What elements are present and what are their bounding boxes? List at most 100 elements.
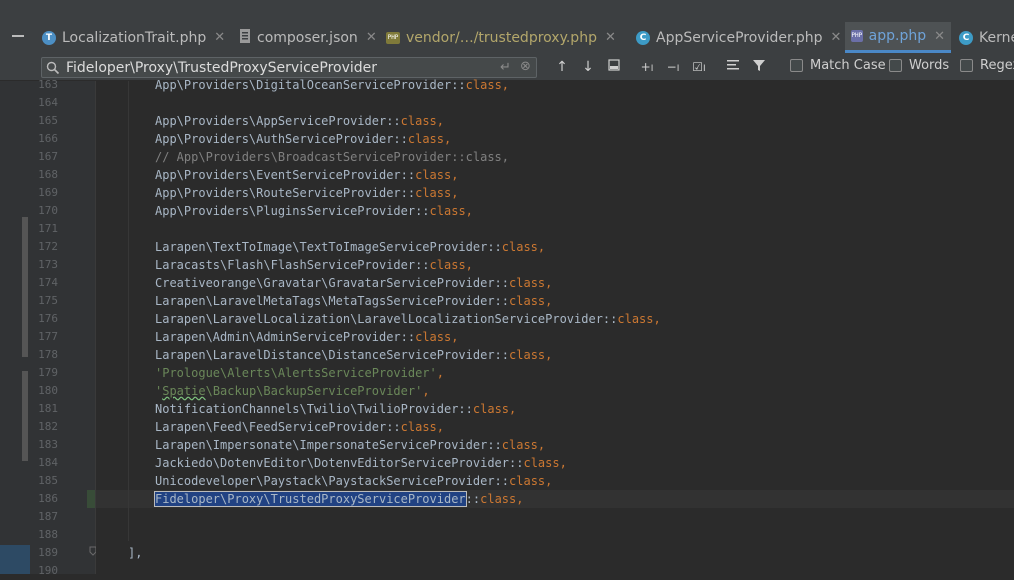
line-number[interactable]: 173 [30, 256, 58, 274]
next-occurrence-icon[interactable]: ↓ [579, 58, 597, 76]
tab-label: vendor/…/trustedproxy.php [406, 29, 597, 46]
tab-appserviceprovider[interactable]: C AppServiceProvider.php ✕ [630, 22, 847, 53]
newline-icon[interactable]: ↵ [500, 60, 511, 75]
line-number[interactable]: 174 [30, 274, 58, 292]
line-number[interactable]: 165 [30, 112, 58, 130]
code-line[interactable]: Larapen\LaravelLocalization\LaravelLocal… [155, 310, 661, 328]
code-line[interactable]: App\Providers\AuthServiceProvider::class… [155, 130, 451, 148]
tool-window-button[interactable] [0, 545, 30, 574]
code-line[interactable]: Laracasts\Flash\FlashServiceProvider::cl… [155, 256, 473, 274]
code-line[interactable]: Unicodeveloper\Paystack\PaystackServiceP… [155, 472, 552, 490]
line-number[interactable]: 188 [30, 526, 58, 544]
filter-icon[interactable] [750, 58, 768, 76]
line-number[interactable]: 168 [30, 166, 58, 184]
editor-tab-bar: T LocalizationTrait.php ✕ composer.json … [0, 0, 1014, 56]
line-number[interactable]: 189 [30, 544, 58, 562]
line-number[interactable]: 179 [30, 364, 58, 382]
line-number[interactable]: 186 [30, 490, 58, 508]
line-number[interactable]: 181 [30, 400, 58, 418]
select-all-occurrences-icon[interactable] [605, 58, 623, 76]
code-line[interactable]: 'Spatie\Backup\BackupServiceProvider', [155, 382, 430, 400]
code-token: ], [128, 546, 143, 560]
code-line[interactable]: Larapen\LaravelDistance\DistanceServiceP… [155, 346, 552, 364]
code-token: , [537, 240, 546, 254]
code-line[interactable]: Larapen\Impersonate\ImpersonateServicePr… [155, 436, 545, 454]
code-line[interactable]: App\Providers\DigitalOceanServiceProvide… [155, 76, 509, 94]
code-line[interactable]: NotificationChannels\Twilio\TwilioProvid… [155, 400, 516, 418]
code-line[interactable]: Creativeorange\Gravatar\GravatarServiceP… [155, 274, 552, 292]
previous-occurrence-icon[interactable]: ↑ [553, 58, 571, 76]
code-line[interactable]: Larapen\LaravelMetaTags\MetaTagsServiceP… [155, 292, 552, 310]
regex-checkbox[interactable] [960, 59, 973, 72]
tab-localizationtrait[interactable]: T LocalizationTrait.php ✕ [36, 22, 231, 53]
code-token: Creativeorange\Gravatar\GravatarServiceP… [155, 276, 510, 290]
code-line[interactable]: App\Providers\PluginsServiceProvider::cl… [155, 202, 473, 220]
line-number[interactable]: 169 [30, 184, 58, 202]
remove-occurrence-icon[interactable]: −I [664, 58, 682, 76]
code-line[interactable]: App\Providers\RouteServiceProvider::clas… [155, 184, 458, 202]
code-line[interactable]: Jackiedo\DotenvEditor\DotenvEditorServic… [155, 454, 567, 472]
line-number[interactable]: 183 [30, 436, 58, 454]
line-number[interactable]: 164 [30, 94, 58, 112]
line-number[interactable]: 176 [30, 310, 58, 328]
json-file-icon [239, 28, 251, 47]
filter-options-icon[interactable] [724, 58, 742, 76]
code-line[interactable]: Larapen\TextToImage\TextToImageServicePr… [155, 238, 545, 256]
line-number[interactable]: 167 [30, 148, 58, 166]
close-icon[interactable]: ✕ [934, 29, 945, 44]
code-token: Larapen\Admin\AdminServiceProvider:: [155, 330, 416, 344]
code-token: , [537, 438, 546, 452]
code-token: App\Providers\DigitalOceanServiceProvide… [155, 78, 466, 92]
regex-label[interactable]: Regex [980, 58, 1014, 73]
indent-guide [128, 81, 129, 541]
line-number[interactable]: 171 [30, 220, 58, 238]
close-icon[interactable]: ✕ [831, 30, 842, 45]
tab-app-php[interactable]: PHP app.php ✕ [845, 22, 951, 53]
match-case-checkbox[interactable] [790, 59, 803, 72]
line-number[interactable]: 177 [30, 328, 58, 346]
code-token: class [400, 420, 437, 434]
tab-composer-json[interactable]: composer.json ✕ [233, 22, 383, 53]
match-case-label[interactable]: Match Case [810, 58, 886, 73]
search-box[interactable]: ↵ ⊗ [41, 57, 537, 78]
line-number[interactable]: 170 [30, 202, 58, 220]
words-checkbox[interactable] [889, 59, 902, 72]
code-line[interactable]: App\Providers\EventServiceProvider::clas… [155, 166, 458, 184]
line-number[interactable]: 185 [30, 472, 58, 490]
code-token: Larapen\Impersonate\ImpersonateServicePr… [155, 438, 502, 452]
code-line[interactable]: ], [128, 544, 142, 562]
code-line[interactable]: 'Prologue\Alerts\AlertsServiceProvider', [155, 364, 444, 382]
code-token: , [422, 384, 430, 398]
line-number[interactable]: 166 [30, 130, 58, 148]
code-line[interactable]: Larapen\Admin\AdminServiceProvider::clas… [155, 328, 458, 346]
code-token: class [480, 492, 517, 506]
tab-kernel[interactable]: C Kerne [953, 22, 1014, 53]
code-token: class [509, 276, 546, 290]
select-all-matches-icon[interactable]: ☑I [690, 58, 708, 76]
line-number[interactable]: 180 [30, 382, 58, 400]
tab-list-menu-icon[interactable] [10, 30, 26, 44]
code-line[interactable]: Fideloper\Proxy\TrustedProxyServiceProvi… [154, 490, 523, 508]
code-token: , [545, 294, 553, 308]
line-number[interactable]: 178 [30, 346, 58, 364]
close-icon[interactable]: ✕ [605, 30, 616, 45]
line-number[interactable]: 187 [30, 508, 58, 526]
line-number[interactable]: 190 [30, 562, 58, 580]
line-number[interactable]: 184 [30, 454, 58, 472]
code-line[interactable]: Larapen\Feed\FeedServiceProvider::class, [155, 418, 444, 436]
add-occurrence-icon[interactable]: +I [638, 58, 656, 76]
code-line[interactable]: App\Providers\AppServiceProvider::class, [155, 112, 444, 130]
words-label[interactable]: Words [909, 58, 949, 73]
close-icon[interactable]: ✕ [214, 30, 225, 45]
line-number[interactable]: 182 [30, 418, 58, 436]
clear-search-icon[interactable]: ⊗ [520, 59, 531, 74]
code-token: class [501, 240, 538, 254]
search-input[interactable] [66, 59, 486, 76]
line-number[interactable]: 163 [30, 76, 58, 94]
tab-trustedproxy[interactable]: PHP vendor/…/trustedproxy.php ✕ [380, 22, 622, 53]
code-line[interactable]: // App\Providers\BroadcastServiceProvide… [155, 148, 509, 166]
search-icon[interactable] [46, 61, 60, 75]
line-number[interactable]: 175 [30, 292, 58, 310]
close-icon[interactable]: ✕ [366, 30, 377, 45]
line-number[interactable]: 172 [30, 238, 58, 256]
